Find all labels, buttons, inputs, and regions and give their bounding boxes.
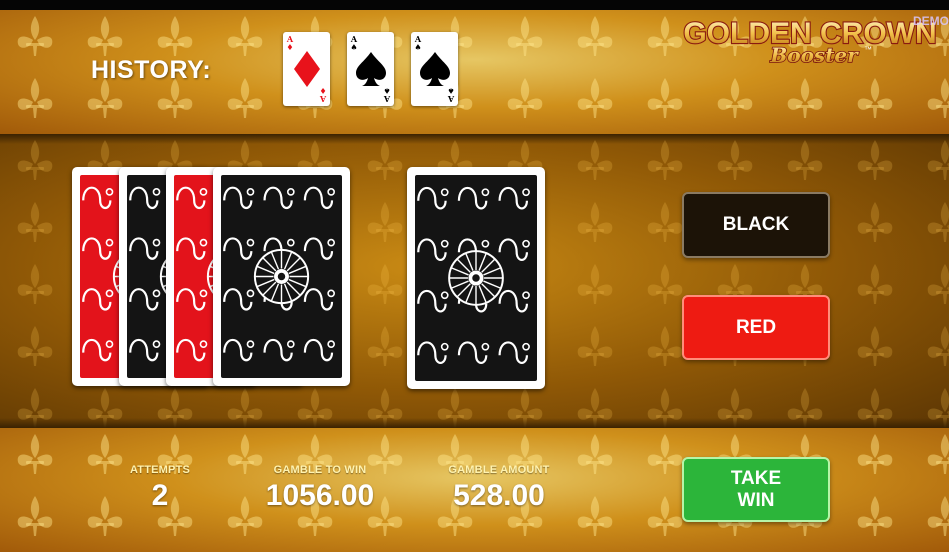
gamble-to-win-stat: GAMBLE TO WIN 1056.00 [250, 464, 390, 513]
gamble-to-win-label: GAMBLE TO WIN [273, 464, 367, 476]
take-win-line1: TAKE [730, 467, 782, 489]
history-label: HISTORY: [91, 56, 212, 84]
top-strip [0, 0, 949, 10]
take-win-button[interactable]: TAKE WIN [682, 457, 830, 522]
game-logo: GOLDEN CROWN Booster ™ [672, 14, 949, 70]
history-card: A ♦ A ♦ [283, 32, 330, 106]
card-rank-bottom: A ♠ [447, 86, 455, 104]
gamble-to-win-value: 1056.00 [265, 479, 375, 512]
deck-card-back [213, 167, 350, 386]
gamble-screen: HISTORY: A ♦ A ♦ A ♠ A ♠ A ♠ A ♠ GOLDEN … [0, 0, 949, 552]
attempts-label: ATTEMPTS [129, 464, 191, 476]
black-button[interactable]: BLACK [682, 192, 830, 258]
logo-trademark: ™ [864, 45, 872, 54]
history-card: A ♠ A ♠ [411, 32, 458, 106]
attempts-value: 2 [151, 479, 169, 512]
logo-subtitle: Booster [769, 43, 859, 67]
card-rank-bottom: A ♦ [319, 86, 327, 104]
gamble-amount-stat: GAMBLE AMOUNT 528.00 [430, 464, 568, 513]
gamble-amount-label: GAMBLE AMOUNT [448, 464, 550, 476]
demo-badge: DEMO [913, 14, 949, 28]
current-card-back[interactable] [407, 167, 545, 389]
red-button[interactable]: RED [682, 295, 830, 360]
gamble-amount-value: 528.00 [453, 479, 545, 512]
card-rank-bottom: A ♠ [383, 86, 391, 104]
history-card: A ♠ A ♠ [347, 32, 394, 106]
attempts-stat: ATTEMPTS 2 [120, 464, 200, 513]
take-win-line2: WIN [737, 489, 775, 511]
